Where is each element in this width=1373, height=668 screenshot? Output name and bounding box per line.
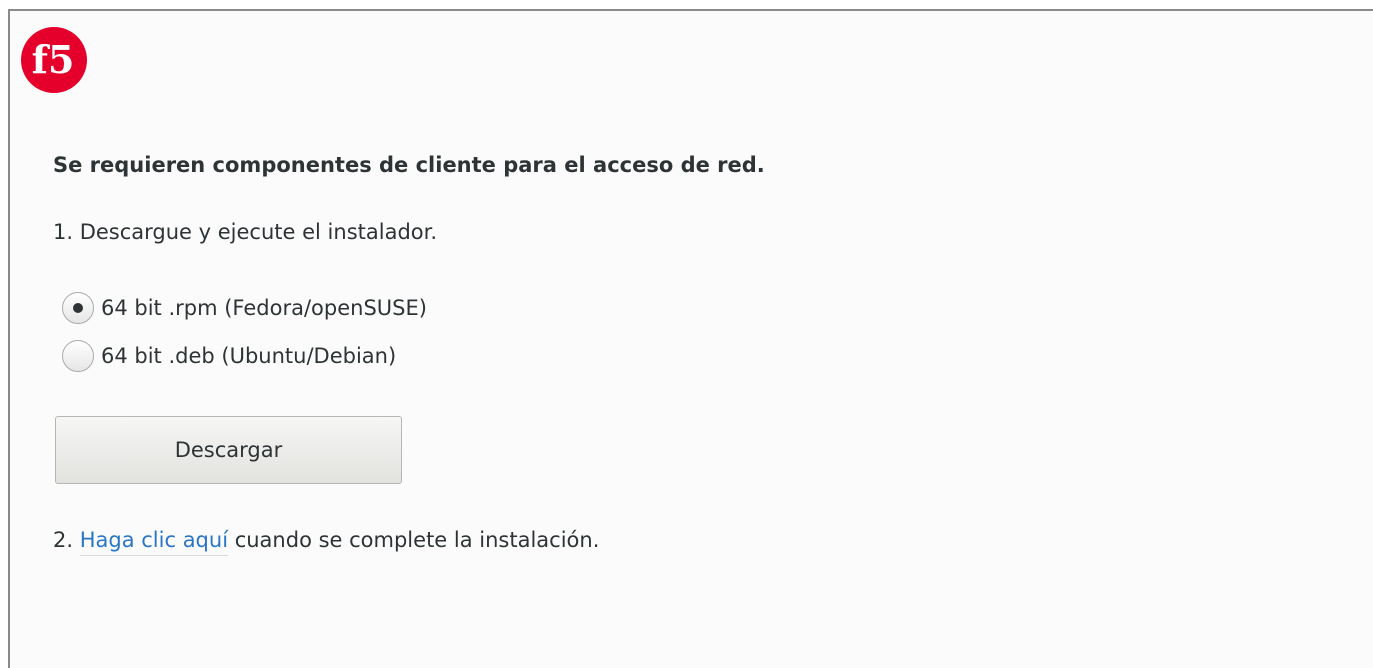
step-2-prefix: 2. [53, 528, 80, 552]
radio-button-rpm[interactable] [62, 292, 94, 324]
radio-label-rpm: 64 bit .rpm (Fedora/openSUSE) [101, 296, 427, 320]
radio-option-rpm[interactable]: 64 bit .rpm (Fedora/openSUSE) [62, 292, 427, 324]
download-button[interactable]: Descargar [55, 416, 402, 484]
f5-logo-text: f5 [32, 37, 75, 82]
radio-option-deb[interactable]: 64 bit .deb (Ubuntu/Debian) [62, 340, 396, 372]
step-2-suffix: cuando se complete la instalación. [228, 528, 600, 552]
page-title: Se requieren componentes de cliente para… [53, 153, 765, 177]
radio-label-deb: 64 bit .deb (Ubuntu/Debian) [101, 344, 397, 368]
step-1-text: 1. Descargue y ejecute el instalador. [53, 220, 437, 244]
radio-button-deb[interactable] [62, 340, 94, 372]
content-frame: f5 Se requieren componentes de cliente p… [8, 9, 1373, 668]
installation-complete-link[interactable]: Haga clic aquí [79, 528, 229, 556]
f5-logo-icon: f5 [21, 27, 87, 93]
step-2-text: 2. Haga clic aquí cuando se complete la … [53, 528, 600, 556]
